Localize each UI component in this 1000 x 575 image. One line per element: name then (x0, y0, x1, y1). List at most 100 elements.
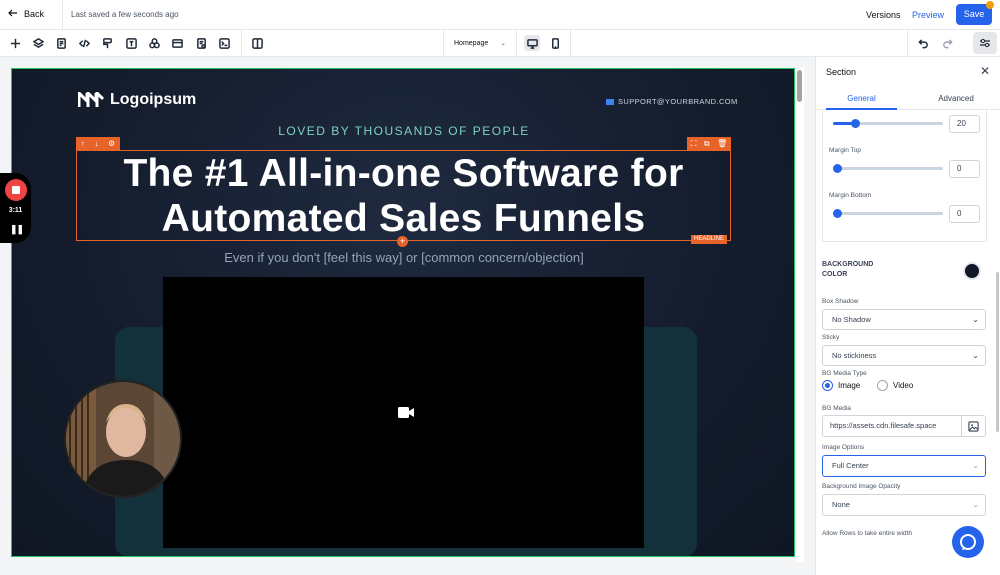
tab-advanced[interactable]: Advanced (921, 94, 991, 103)
chevron-down-icon: ⌄ (972, 500, 979, 509)
logo-text: Logoipsum (110, 91, 197, 108)
panel-scrollbar[interactable] (996, 272, 999, 432)
radio-unchecked-icon (877, 380, 888, 391)
sticky-value: No stickiness (832, 351, 877, 360)
layout-icon[interactable] (170, 36, 184, 50)
form-icon[interactable] (194, 36, 208, 50)
preview-button[interactable]: Preview (912, 10, 944, 20)
back-button[interactable]: Back (8, 8, 44, 20)
headline-line-2: Automated Sales Funnels (161, 197, 646, 240)
close-icon[interactable]: ✕ (980, 64, 990, 78)
versions-button[interactable]: Versions (866, 10, 901, 20)
background-color-label-line2: COLOR (822, 271, 848, 278)
sub-headline[interactable]: Even if you don't [feel this way] or [co… (12, 250, 794, 265)
mail-icon (606, 98, 614, 105)
arrow-up-icon[interactable]: ↑ (81, 139, 85, 148)
gear-icon[interactable]: ⚙ (108, 139, 115, 148)
headline-toolbar-right: ⛶ ⧉ 🗑 (687, 137, 731, 150)
desktop-icon[interactable] (524, 35, 540, 51)
text-icon[interactable] (124, 36, 138, 50)
support-email[interactable]: SUPPORT@YOURBRAND.COM (606, 97, 738, 106)
spacing-group: 20 Margin Top 0 Margin Bottom 0 (822, 110, 987, 242)
webcam-overlay[interactable] (64, 380, 182, 498)
box-shadow-select[interactable]: No Shadow ⌄ (822, 309, 986, 330)
tab-general[interactable]: General (826, 94, 897, 103)
bg-media-label: BG Media (822, 405, 851, 412)
image-picker-icon[interactable] (962, 415, 986, 437)
margin-bottom-input[interactable]: 0 (949, 205, 980, 223)
padding-value-input[interactable]: 20 (949, 115, 980, 133)
pause-icon[interactable]: ❚❚ (10, 224, 24, 235)
bg-media-type-label: BG Media Type (822, 370, 867, 377)
settings-panel: Section ✕ General Advanced 20 Margin Top… (815, 57, 1000, 575)
save-status: Last saved a few seconds ago (62, 0, 179, 30)
arrow-down-icon[interactable]: ↓ (94, 139, 98, 148)
mobile-icon[interactable] (548, 36, 562, 50)
chat-support-icon[interactable] (952, 526, 984, 558)
image-options-label: Image Options (822, 444, 865, 451)
move-icon[interactable]: ⛶ (691, 139, 697, 149)
blocks-icon[interactable] (147, 36, 161, 50)
duplicate-icon[interactable]: ⧉ (704, 139, 710, 149)
chevron-down-icon: ⌄ (972, 315, 979, 324)
device-switcher (517, 30, 571, 57)
terminal-icon[interactable] (217, 36, 231, 50)
pre-headline[interactable]: LOVED BY THOUSANDS OF PEOPLE (12, 124, 794, 138)
media-type-image-radio[interactable]: Image (822, 380, 860, 391)
chevron-down-icon: ⌄ (500, 40, 506, 47)
unsaved-indicator (986, 1, 994, 9)
panel-title: Section (826, 67, 857, 77)
pages-icon[interactable] (54, 36, 68, 50)
top-bar: Back Last saved a few seconds ago Versio… (0, 0, 1000, 30)
background-color-label: BACKGROUND COLOR (822, 260, 873, 280)
canvas-scrollbar[interactable] (796, 67, 804, 562)
video-element[interactable] (163, 277, 644, 548)
layers-icon[interactable] (31, 36, 45, 50)
allow-rows-label: Allow Rows to take entire width (822, 530, 912, 537)
padding-slider[interactable] (833, 119, 943, 128)
box-shadow-value: No Shadow (832, 315, 871, 324)
chevron-down-icon: ⌄ (972, 461, 979, 470)
stop-recording-button[interactable] (5, 179, 27, 201)
sticky-select[interactable]: No stickiness ⌄ (822, 345, 986, 366)
bg-opacity-select[interactable]: None ⌄ (822, 494, 986, 516)
screen-recorder-widget: 3:11 ❚❚ (0, 173, 31, 243)
add-icon[interactable] (8, 36, 22, 50)
editor-toolbar: Homepage ⌄ (0, 30, 1000, 57)
media-type-video-radio[interactable]: Video (877, 380, 913, 391)
box-shadow-label: Box Shadow (822, 298, 859, 305)
background-color-swatch[interactable] (963, 262, 981, 280)
trash-icon[interactable]: 🗑 (717, 139, 727, 148)
media-type-image-label: Image (838, 381, 861, 390)
image-options-select[interactable]: Full Center ⌄ (822, 455, 986, 477)
paint-icon[interactable] (100, 36, 114, 50)
headline[interactable]: The #1 All-in-one Software for Automated… (76, 151, 731, 241)
add-element-icon[interactable]: + (397, 236, 408, 247)
background-color-label-line1: BACKGROUND (822, 261, 874, 268)
support-email-text: SUPPORT@YOURBRAND.COM (618, 97, 738, 106)
redo-icon[interactable] (940, 36, 954, 50)
history-tools (907, 30, 967, 57)
page-select[interactable]: Homepage ⌄ (443, 30, 517, 57)
margin-top-input[interactable]: 0 (949, 160, 980, 178)
logo[interactable]: Logoipsum (78, 91, 196, 109)
bg-media-url-input[interactable]: https://assets.cdn.filesafe.space (822, 415, 962, 437)
back-label: Back (24, 9, 45, 19)
margin-bottom-slider[interactable] (833, 209, 943, 218)
columns-icon[interactable] (250, 36, 264, 50)
radio-checked-icon (822, 380, 833, 391)
sticky-label: Sticky (822, 334, 840, 341)
margin-top-label: Margin Top (829, 147, 862, 154)
page-section[interactable]: Logoipsum SUPPORT@YOURBRAND.COM LOVED BY… (11, 68, 795, 557)
webcam-person-image (66, 382, 180, 496)
undo-icon[interactable] (916, 36, 930, 50)
chevron-down-icon: ⌄ (972, 351, 979, 360)
canvas-area: Logoipsum SUPPORT@YOURBRAND.COM LOVED BY… (0, 57, 815, 575)
code-icon[interactable] (77, 36, 91, 50)
canvas-scroll-thumb[interactable] (797, 70, 802, 102)
arrow-left-icon (8, 8, 18, 20)
media-type-video-label: Video (893, 381, 914, 390)
headline-line-1: The #1 All-in-one Software for (123, 152, 684, 195)
margin-top-slider[interactable] (833, 164, 943, 173)
settings-sliders-icon[interactable] (973, 32, 997, 54)
